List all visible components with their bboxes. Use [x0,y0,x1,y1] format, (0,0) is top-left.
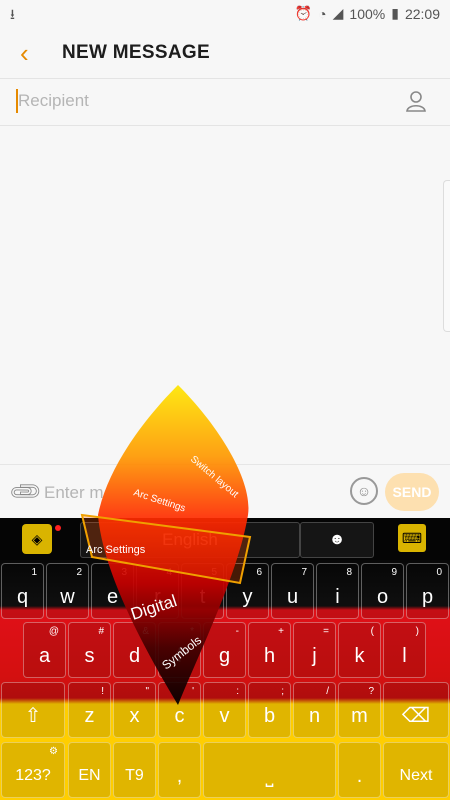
key-hint: = [323,626,329,637]
key-hint: / [326,686,329,697]
keyboard-hide-icon: ⌨ [401,530,423,546]
t9-key[interactable]: T9 [113,742,156,798]
key-label: . [356,765,363,787]
key-hint: 0 [436,567,442,578]
key-k[interactable]: (k [338,622,381,678]
key-hint: ⚙ [49,746,58,757]
key-n[interactable]: / n [293,682,336,738]
notification-dot [55,525,61,531]
send-button[interactable]: SEND [385,473,439,511]
key-hint: @ [48,626,59,637]
period-key[interactable]: . [338,742,381,798]
key-label: k [354,645,365,667]
key-m[interactable]: ? m [338,682,381,738]
recipient-placeholder: Recipient [18,91,89,110]
key-label: j [312,645,317,667]
wifi-icon: ◔ [318,5,327,22]
key-label: 123? [15,767,51,784]
download-icon: ⭳ [10,6,15,22]
key-label: i [335,586,340,608]
comma-key[interactable]: , [158,742,201,798]
key-label: p [421,586,434,608]
symbols-key[interactable]: ⚙ 123? [1,742,65,798]
key-l[interactable]: ) l [383,622,426,678]
backspace-icon: ⌫ [401,705,431,727]
app-header: ‹ NEW MESSAGE [0,28,450,78]
key-p[interactable]: 0p [406,563,449,619]
key-hint: ; [281,686,284,697]
key-a[interactable]: @ a [23,622,66,678]
smiley-icon: ☺ [356,483,372,499]
flag-logo-icon: ◈ [31,531,43,547]
battery-icon: ▮ [391,5,399,21]
key-label: l [402,645,407,667]
key-hint: 8 [346,567,352,578]
key-i[interactable]: 8i [316,563,359,619]
key-label: EN [78,767,101,784]
key-hint: ( [370,626,374,637]
page-title: NEW MESSAGE [62,42,210,63]
status-bar: ⭳ ⏰ ◔ ◢ 100% ▮ 22:09 [0,0,450,28]
paperclip-icon: 📎︎ [6,472,45,511]
signal-icon: ◢ [332,5,344,21]
key-label: a [38,645,51,667]
key-hint: + [278,626,284,637]
key-label: m [351,705,368,727]
backspace-key[interactable]: ⌫ [383,682,449,738]
keyboard-emoji-button[interactable]: ☻ [300,522,374,558]
shift-key[interactable]: ⇧ [1,682,65,738]
key-o[interactable]: 9o [361,563,404,619]
chevron-left-icon: ‹ [20,38,29,68]
clock: 22:09 [404,5,440,22]
contact-icon[interactable] [404,89,428,113]
key-label: , [176,765,183,787]
arc-label-arc-settings-selected: Arc Settings [86,544,146,556]
alarm-icon: ⏰ [294,5,313,21]
smiley-icon: ☻ [328,531,346,548]
space-key[interactable]: ⎵ [203,742,336,798]
key-hint: ? [368,686,374,697]
back-button[interactable]: ‹ [20,38,29,69]
language-key[interactable]: EN [68,742,111,798]
keyboard-logo-button[interactable]: ◈ [22,524,52,554]
battery-percent: 100% [349,5,386,22]
key-label: o [376,586,389,608]
key-hint: 7 [301,567,307,578]
key-label: q [16,586,29,608]
arc-menu: Switch layout Arc Settings Arc Settings … [80,385,252,705]
key-label: Next [399,767,433,784]
shift-icon: ⇧ [24,705,42,727]
recipient-field[interactable]: Recipient [0,78,450,126]
next-key[interactable]: Next [383,742,449,798]
space-icon: ⎵ [265,765,274,787]
key-hint: ) [415,626,419,637]
key-label: u [286,586,299,608]
key-label: n [308,705,321,727]
emoji-button[interactable]: ☺ [350,477,378,505]
key-j[interactable]: = j [293,622,336,678]
key-hint: 1 [31,567,37,578]
key-hint: 9 [391,567,397,578]
key-q[interactable]: 1q [1,563,44,619]
key-label: T9 [125,767,144,784]
scroll-handle[interactable] [443,180,450,332]
attach-button[interactable]: 📎︎ [7,473,45,511]
hide-keyboard-button[interactable]: ⌨ [398,524,426,552]
